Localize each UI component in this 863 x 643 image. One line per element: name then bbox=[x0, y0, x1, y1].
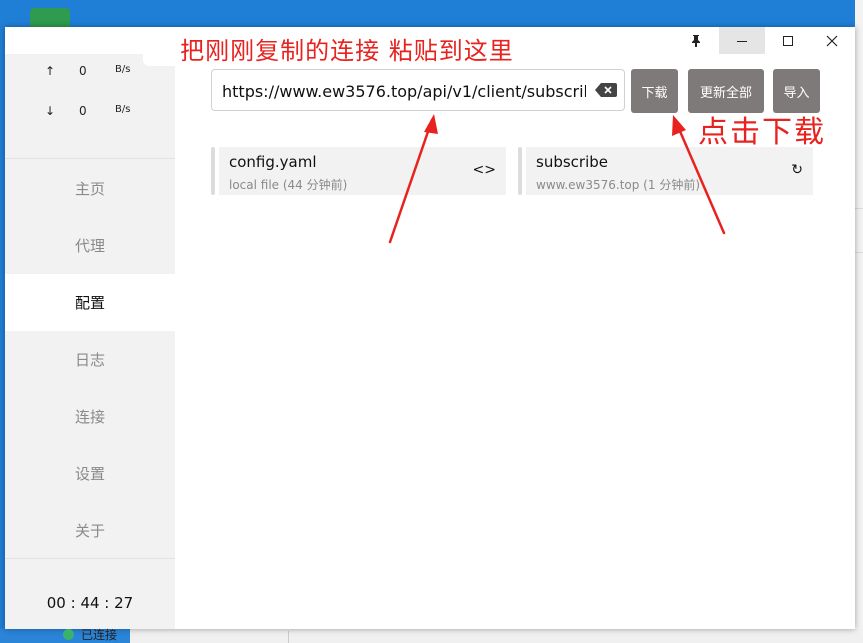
profile-subtitle: local file (44 分钟前) bbox=[229, 178, 348, 192]
sidebar-item-home[interactable]: 主页 bbox=[5, 160, 175, 217]
sidebar-item-logs[interactable]: 日志 bbox=[5, 331, 175, 388]
sidebar-divider-bottom bbox=[5, 558, 175, 559]
download-button[interactable]: 下载 bbox=[631, 69, 678, 113]
refresh-icon[interactable]: ↻ bbox=[791, 162, 803, 178]
edit-code-icon[interactable]: <> bbox=[473, 162, 496, 178]
card-indicator bbox=[518, 147, 522, 195]
sidebar-item-about[interactable]: 关于 bbox=[5, 502, 175, 559]
sidebar-divider bbox=[5, 158, 175, 159]
annotation-click-hint: 点击下载 bbox=[698, 115, 826, 150]
profile-name: config.yaml bbox=[229, 153, 317, 171]
connection-status: 已连接 bbox=[5, 626, 175, 643]
download-unit: B/s bbox=[115, 104, 131, 115]
download-speed: ↓ 0 B/s bbox=[5, 104, 175, 124]
profile-name: subscribe bbox=[536, 153, 608, 171]
maximize-icon[interactable] bbox=[765, 27, 811, 54]
upload-speed: ↑ 0 B/s bbox=[5, 64, 175, 84]
profile-card-subscribe[interactable]: subscribe www.ew3576.top (1 分钟前) ↻ bbox=[518, 147, 813, 195]
download-value: 0 bbox=[79, 104, 87, 118]
card-indicator bbox=[211, 147, 215, 195]
uptime-timer: 00 : 44 : 27 bbox=[46, 594, 134, 612]
sidebar-item-connections[interactable]: 连接 bbox=[5, 388, 175, 445]
annotation-paste-hint: 把刚刚复制的连接 粘贴到这里 bbox=[143, 30, 551, 66]
sidebar-item-settings[interactable]: 设置 bbox=[5, 445, 175, 502]
upload-value: 0 bbox=[79, 64, 87, 78]
download-arrow-icon: ↓ bbox=[45, 104, 56, 118]
profile-subtitle: www.ew3576.top (1 分钟前) bbox=[536, 178, 700, 192]
upload-arrow-icon: ↑ bbox=[45, 64, 56, 78]
minimize-icon[interactable] bbox=[719, 27, 765, 54]
sidebar-item-profiles[interactable]: 配置 bbox=[5, 274, 175, 331]
subscription-url-input[interactable] bbox=[220, 70, 588, 112]
upload-unit: B/s bbox=[115, 64, 131, 75]
status-dot-icon bbox=[62, 629, 74, 640]
subscription-url-field[interactable] bbox=[211, 69, 625, 112]
pin-icon[interactable] bbox=[673, 27, 719, 54]
sidebar-item-proxy[interactable]: 代理 bbox=[5, 217, 175, 274]
close-icon[interactable] bbox=[809, 27, 855, 54]
background-window-edge bbox=[855, 0, 863, 643]
profile-card-config[interactable]: config.yaml local file (44 分钟前) <> bbox=[211, 147, 506, 195]
backspace-clear-icon[interactable] bbox=[595, 83, 617, 97]
sidebar: ↑ 0 B/s ↓ 0 B/s 主页 代理 配置 日志 连接 设置 关于 00 … bbox=[5, 54, 175, 642]
status-text: 已连接 bbox=[80, 628, 117, 642]
